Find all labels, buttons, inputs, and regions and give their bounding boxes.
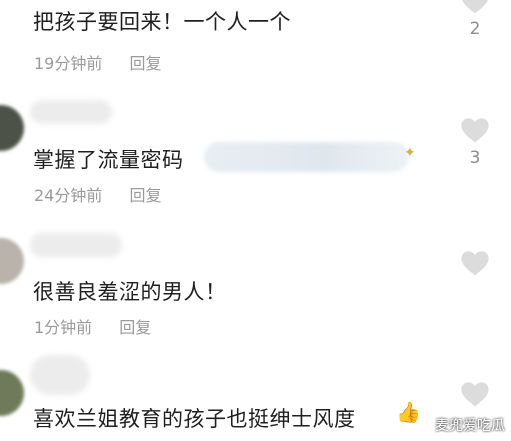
username[interactable] (30, 355, 90, 395)
watermark: 麦兜爱吃瓜 (435, 418, 505, 434)
username[interactable] (30, 100, 112, 124)
avatar[interactable] (0, 370, 24, 416)
heart-icon (461, 118, 489, 143)
comment-text: 很善良羞涩的男人！ (33, 280, 227, 304)
avatar[interactable] (0, 238, 24, 284)
like-button[interactable]: 2 (458, 0, 492, 39)
comment-meta: 24分钟前 回复 (34, 182, 161, 206)
like-button[interactable]: 3 (458, 117, 492, 168)
like-button[interactable] (458, 381, 492, 407)
heart-icon (461, 382, 489, 407)
comment-meta: 19分钟前 回复 (34, 50, 161, 74)
comment-text: 喜欢兰姐教育的孩子也挺绅士风度 (33, 407, 356, 431)
sparkle-icon: ✦ (404, 145, 416, 161)
comment-text: 把孩子要回来！一个人一个 (33, 10, 291, 34)
reply-button[interactable]: 回复 (119, 318, 151, 337)
thumbs-up-icon: 👍 (396, 400, 421, 424)
username[interactable] (30, 233, 122, 257)
like-button[interactable] (458, 250, 492, 281)
comment-time: 19分钟前 (34, 54, 103, 73)
heart-icon (461, 251, 489, 276)
reply-button[interactable]: 回复 (129, 54, 161, 73)
like-count: 2 (469, 19, 481, 39)
comment-time: 24分钟前 (34, 186, 103, 205)
comment-time: 1分钟前 (34, 318, 93, 337)
blurred-content (204, 142, 409, 172)
comment-meta: 1分钟前 回复 (34, 314, 151, 338)
reply-button[interactable]: 回复 (129, 186, 161, 205)
heart-icon (462, 0, 488, 14)
avatar[interactable] (0, 105, 24, 151)
comment-text: 掌握了流量密码 (33, 148, 184, 172)
like-count: 3 (469, 148, 481, 168)
